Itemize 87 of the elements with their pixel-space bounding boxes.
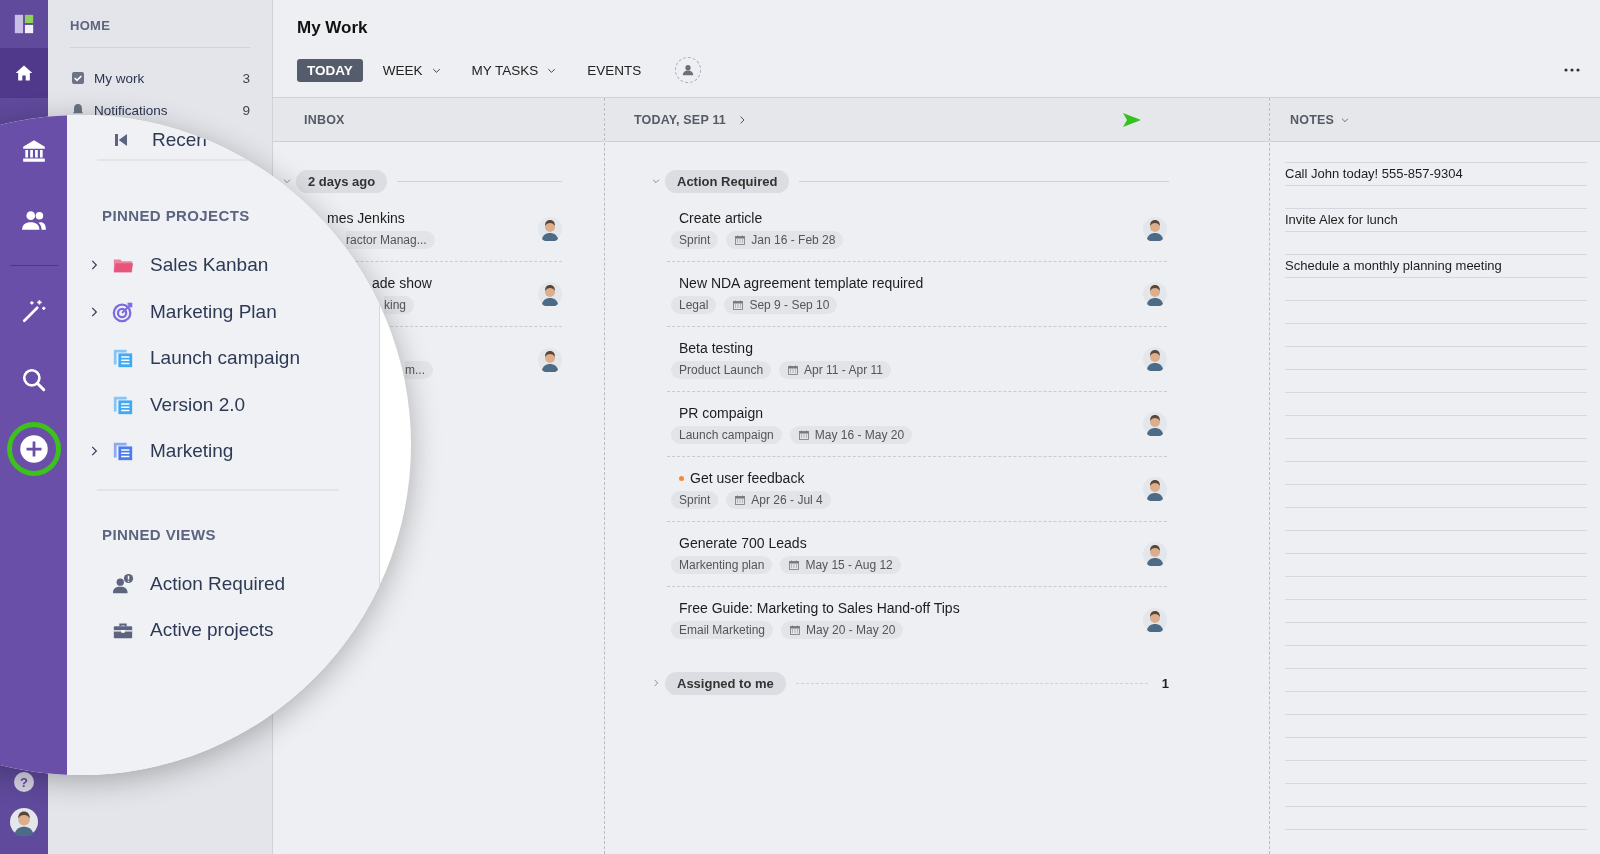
avatar [1143, 347, 1167, 371]
logo[interactable] [13, 13, 35, 35]
tab[interactable]: WEEK [372, 58, 452, 82]
tag-label: Sprint [671, 490, 719, 509]
task-title[interactable]: Beta testing [679, 339, 753, 356]
count-label: 3 [242, 70, 250, 86]
date-range: Sep 9 - Sep 10 [724, 295, 838, 314]
note-text[interactable]: Invite Alex for lunch [1285, 212, 1398, 227]
menu-item[interactable]: Notifications [94, 102, 235, 118]
calendar-icon [734, 233, 747, 246]
task-title[interactable]: New NDA agreement template required [679, 274, 924, 291]
tag-label: Legal [671, 295, 717, 314]
column-heading: INBOX [304, 112, 345, 127]
user-avatar[interactable] [10, 808, 38, 836]
menu-item[interactable]: Version 2.0 [150, 393, 246, 416]
tag-label: Markenting plan [671, 555, 773, 574]
date-range: Apr 26 - Jul 4 [726, 490, 831, 509]
menu-item[interactable]: Marketing [150, 440, 234, 463]
calendar-icon [734, 493, 747, 506]
date-range: May 20 - May 20 [781, 621, 904, 639]
tag-label: Sprint [671, 230, 719, 249]
tag-label: Email Marketing [671, 621, 774, 639]
magic-wand-icon [20, 298, 47, 324]
avatar [538, 347, 562, 372]
calendar-icon [788, 558, 801, 571]
task-title[interactable]: Get user feedback [690, 469, 805, 486]
skip-back-icon [112, 131, 130, 149]
checkbox-icon [70, 70, 86, 86]
menu-item[interactable]: My work [94, 70, 235, 86]
group-label: Action Required [665, 169, 790, 193]
tag-label: king [384, 295, 414, 314]
help-icon[interactable]: ? [14, 772, 34, 792]
avatar [1143, 542, 1167, 566]
calendar-icon [732, 298, 745, 311]
more-icon[interactable] [1564, 67, 1580, 73]
task-title[interactable]: mes Jenkins [327, 209, 405, 226]
menu-item[interactable]: Marketing Plan [150, 300, 277, 323]
play-arrow-icon [1123, 112, 1141, 127]
search-icon [20, 367, 47, 393]
calendar-icon [797, 428, 810, 441]
note-text[interactable]: Call John today! 555-857-9304 [1285, 166, 1463, 181]
date-range: May 15 - Aug 12 [780, 555, 901, 574]
tag-label: Launch campaign [671, 425, 782, 444]
task-title[interactable]: Free Guide: Marketing to Sales Hand-off Tips [679, 600, 960, 616]
section-heading: PINNED VIEWS [101, 525, 216, 543]
menu-item[interactable]: Active projects [150, 619, 274, 642]
date-range: Apr 11 - Apr 11 [779, 360, 891, 379]
tag-label: Product Launch [671, 360, 772, 379]
note-text[interactable]: Schedule a monthly planning meeting [1285, 258, 1502, 273]
avatar [538, 217, 562, 241]
column-heading: TODAY, SEP 11 [634, 112, 726, 127]
column-heading: NOTES [1290, 112, 1335, 127]
menu-item[interactable]: Action Required [150, 572, 286, 595]
section-heading: PINNED PROJECTS [101, 207, 250, 224]
bank-icon [20, 138, 47, 164]
avatar [1143, 217, 1167, 241]
menu-item[interactable]: Sales Kanban [150, 254, 269, 277]
count-label: 1 [1161, 675, 1169, 691]
task-title[interactable]: PR compaign [679, 404, 764, 421]
count-label: 9 [242, 102, 250, 118]
calendar-icon [789, 624, 802, 636]
date-range: May 16 - May 20 [789, 425, 913, 444]
avatar [1143, 607, 1167, 632]
home-icon [14, 63, 34, 83]
group-label: Assigned to me [665, 671, 786, 695]
task-title[interactable]: ade show [372, 274, 432, 291]
avatar [1143, 477, 1167, 501]
user-icon [681, 63, 696, 77]
avatar [1143, 282, 1167, 306]
tag-label: m... [405, 361, 433, 379]
home-button[interactable] [0, 48, 48, 98]
group-label: 2 days ago [296, 169, 388, 193]
section-heading: HOME [70, 18, 112, 33]
tab[interactable]: MY TASKS [461, 58, 568, 82]
menu-item[interactable]: Recen [152, 129, 207, 151]
page-title: My Work [297, 18, 369, 38]
avatar [538, 282, 562, 306]
plus-icon [18, 434, 49, 464]
tag-label: ractor Manag... [346, 230, 435, 249]
calendar-icon [787, 363, 800, 376]
date-range: Jan 16 - Feb 28 [726, 230, 844, 249]
tab[interactable]: EVENTS [577, 58, 652, 82]
task-title[interactable]: Generate 700 Leads [679, 534, 807, 551]
tab[interactable]: TODAY [297, 58, 363, 82]
menu-item[interactable]: Launch campaign [150, 347, 300, 370]
task-title[interactable]: Create article [679, 209, 763, 226]
avatar [1143, 412, 1167, 436]
